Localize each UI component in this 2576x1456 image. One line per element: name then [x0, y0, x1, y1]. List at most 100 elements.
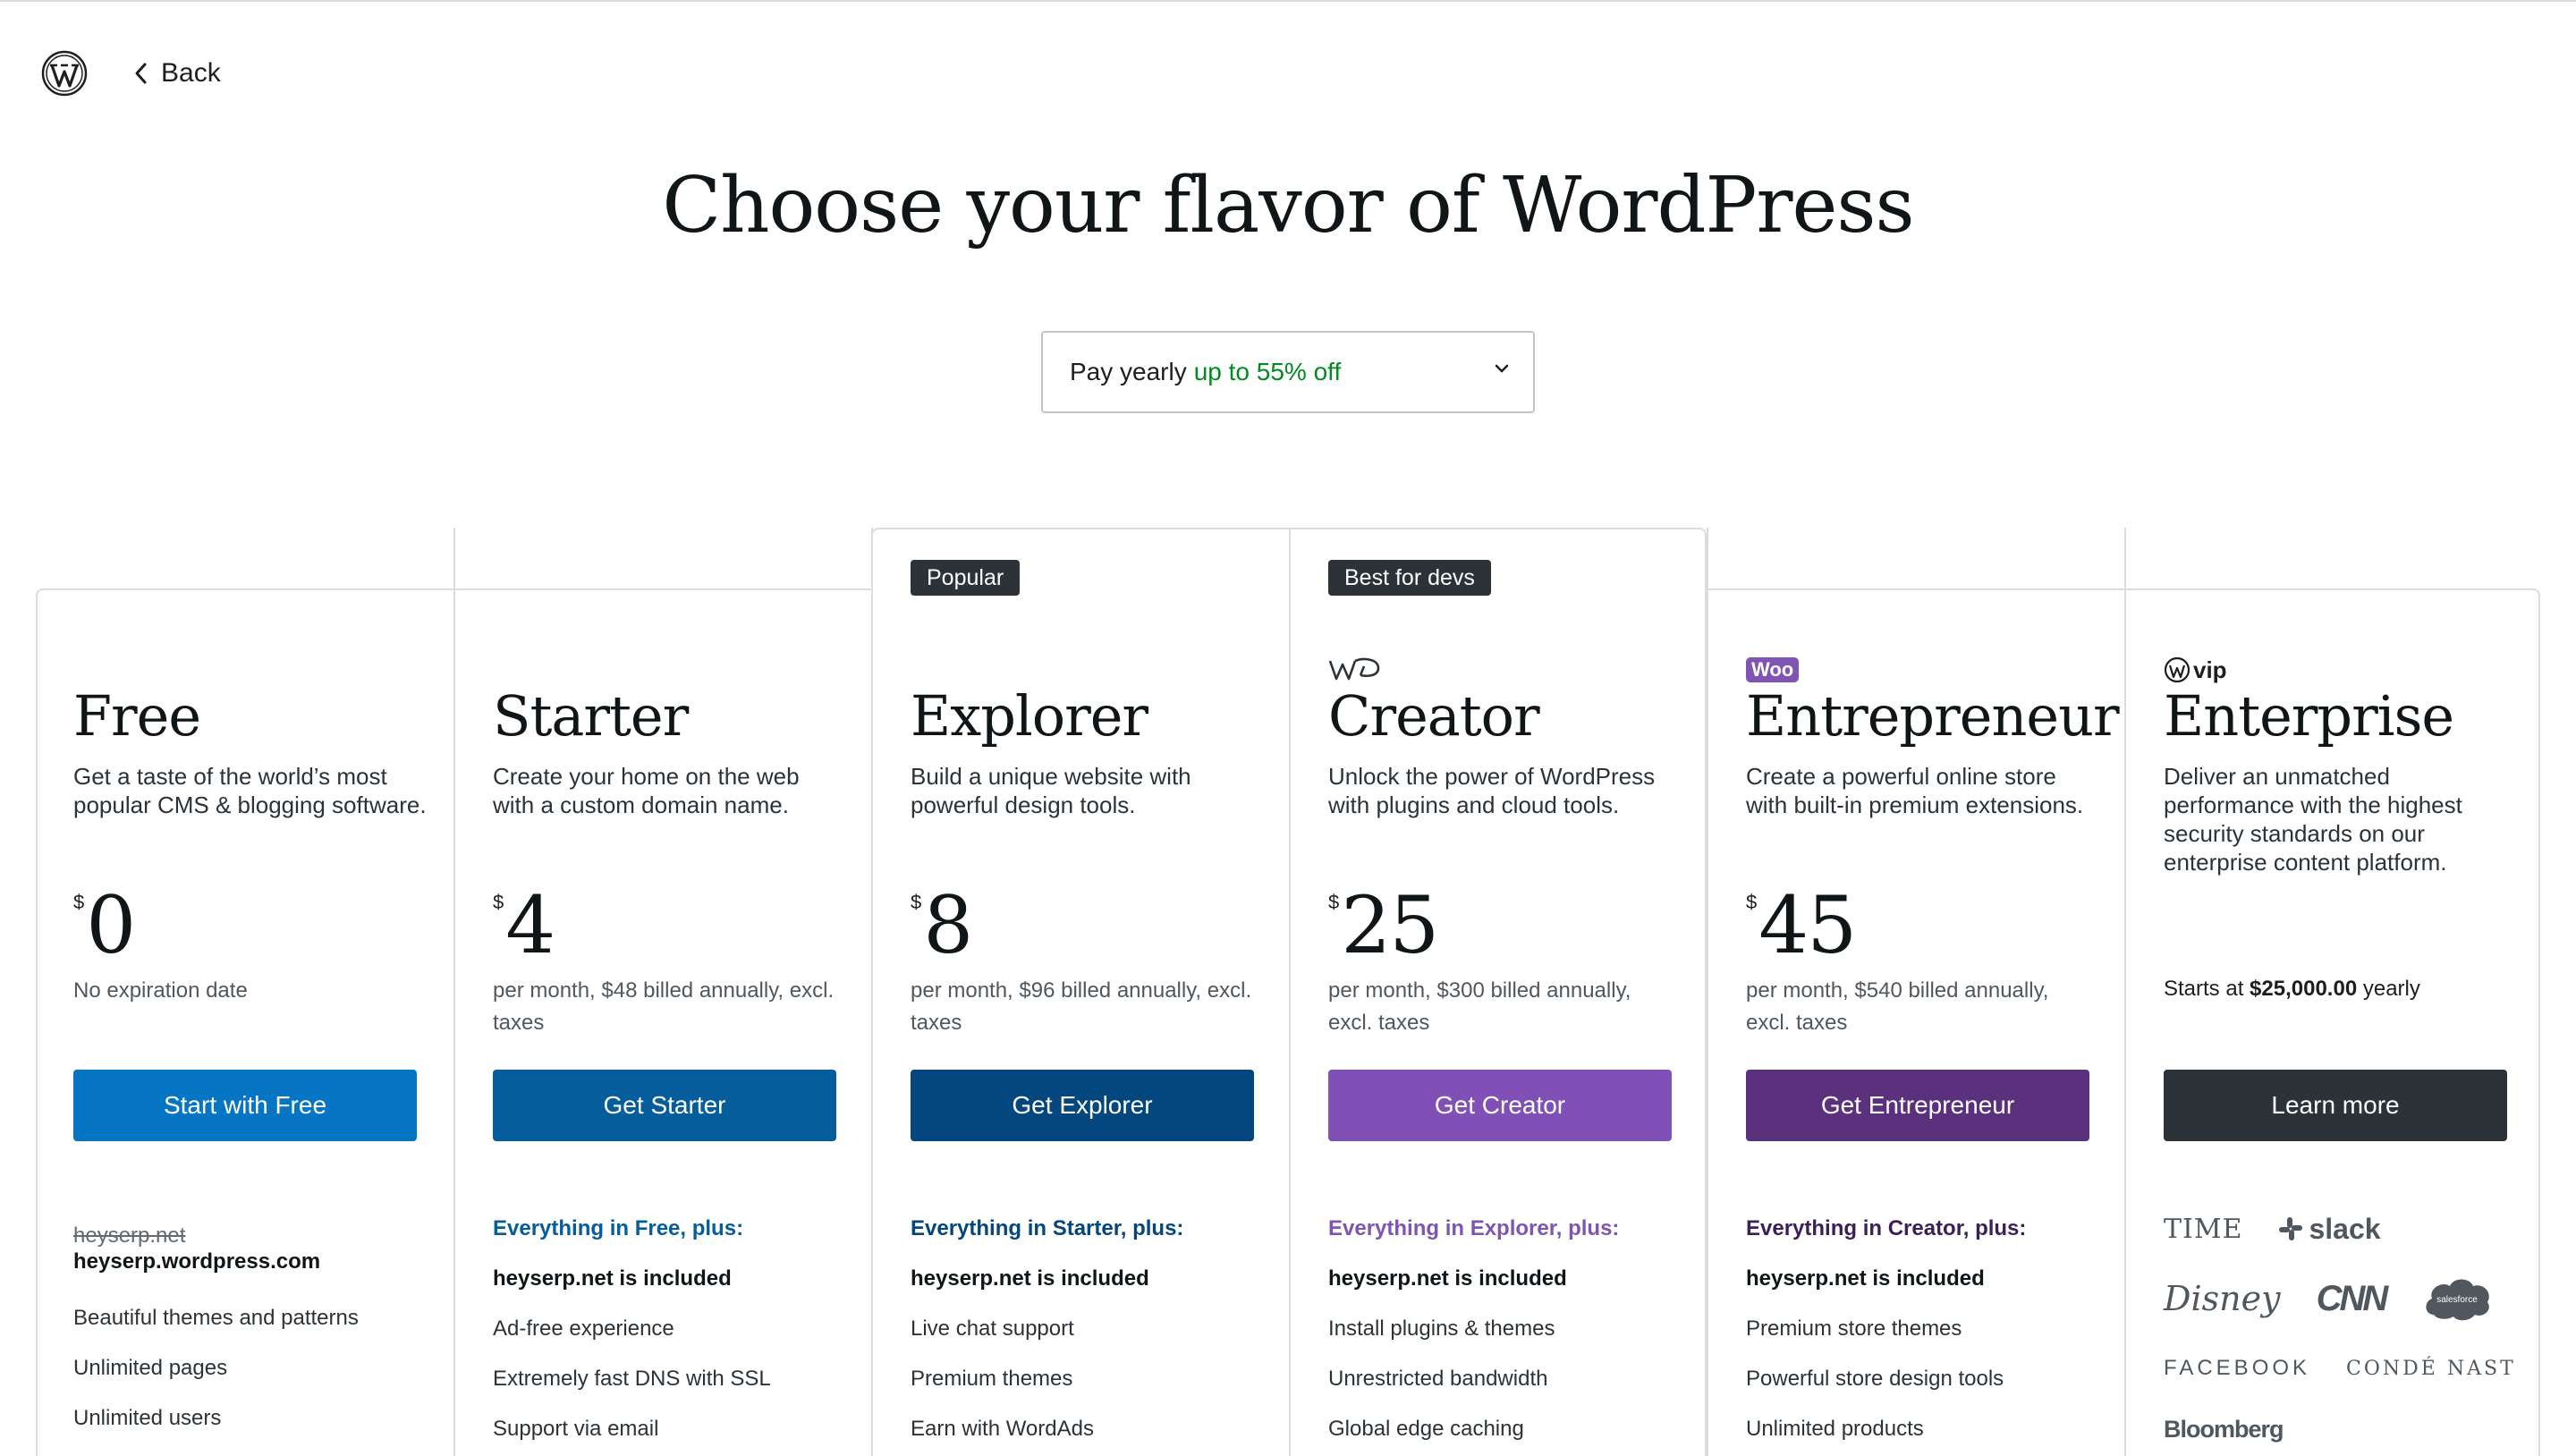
client-logos: TIME slack Disney CNN salesforce FACEBOO…	[2164, 1204, 2521, 1456]
currency-symbol: $	[493, 891, 504, 913]
chevron-down-icon	[1495, 364, 1509, 373]
feature-item: Earn with WordAds	[911, 1417, 1094, 1441]
feature-item: Premium themes	[911, 1367, 1073, 1391]
price-amount: 45	[1758, 879, 1857, 971]
feature-list: Everything in Starter, plus: heyserp.net…	[911, 1204, 1263, 1454]
get-entrepreneur-button[interactable]: Get Entrepreneur	[1746, 1070, 2089, 1141]
plan-name: Explorer	[911, 683, 1148, 749]
feature-item: heyserp.net is included	[1746, 1266, 1985, 1291]
plan-name: Enterprise	[2164, 683, 2454, 749]
feature-item: heyserp.net is included	[493, 1266, 732, 1291]
price-amount: 0	[86, 879, 136, 971]
plan-price: $ 45	[1746, 879, 1857, 971]
best-for-devs-badge: Best for devs	[1328, 560, 1491, 596]
plan-card-enterprise: vip Enterprise Deliver an unmatched perf…	[2124, 528, 2541, 1456]
price-note: No expiration date	[73, 978, 248, 1003]
starts-at-suffix: yearly	[2362, 977, 2420, 1001]
wordpress-logo-icon[interactable]	[41, 50, 88, 97]
plan-name: Free	[73, 683, 201, 749]
plan-description: Create a powerful online store with buil…	[1746, 763, 2084, 818]
feature-item: Global edge caching	[1328, 1417, 1524, 1441]
feature-list: Everything in Free, plus: heyserp.net is…	[493, 1204, 845, 1454]
back-button[interactable]: Back	[134, 54, 221, 93]
wordpress-mini-icon	[2164, 656, 2190, 683]
price-note: per month, $96 billed annually, excl. ta…	[911, 978, 1252, 1035]
chevron-left-icon	[135, 63, 147, 84]
cnn-logo: CNN	[2316, 1278, 2389, 1318]
plan-description: Deliver an unmatched performance with th…	[2164, 763, 2462, 876]
price-note: per month, $540 billed annually, excl. t…	[1746, 978, 2049, 1035]
plan-card-entrepreneur: Woo Entrepreneur Create a powerful onlin…	[1707, 528, 2123, 1456]
feature-item: Beautiful themes and patterns	[73, 1306, 359, 1330]
feature-item: Premium store themes	[1746, 1316, 1962, 1341]
billing-period-select[interactable]: Pay yearly up to 55% off	[1041, 331, 1535, 413]
feature-list: Beautiful themes and patterns Unlimited …	[73, 1293, 428, 1443]
plan-card-explorer: Popular Explorer Build a unique website …	[871, 528, 1288, 1456]
plan-description: Get a taste of the world’s most popular …	[73, 763, 427, 818]
price-note: per month, $300 billed annually, excl. t…	[1328, 978, 1631, 1035]
feature-item: Powerful store design tools	[1746, 1367, 2004, 1391]
price-note: per month, $48 billed annually, excl. ta…	[493, 978, 835, 1035]
domain-included: heyserp.wordpress.com	[73, 1249, 321, 1274]
get-starter-button[interactable]: Get Starter	[493, 1070, 836, 1141]
start-with-free-button[interactable]: Start with Free	[73, 1070, 417, 1141]
feature-item: Live chat support	[911, 1316, 1074, 1341]
plan-card-starter: Starter Create your home on the web with…	[453, 528, 870, 1456]
starts-at-amount: $25,000.00	[2250, 977, 2358, 1001]
billing-discount-label: up to 55% off	[1193, 358, 1342, 385]
slack-icon	[2279, 1217, 2303, 1240]
woo-logo-text: Woo	[1746, 657, 1800, 682]
plan-card-creator: Best for devs Creator Unlock the power o…	[1289, 528, 1706, 1456]
slack-logo-text: slack	[2309, 1212, 2381, 1245]
salesforce-logo-text: salesforce	[2436, 1295, 2478, 1305]
plan-description: Create your home on the web with a custo…	[493, 763, 800, 818]
currency-symbol: $	[73, 891, 85, 913]
price-amount: 4	[505, 879, 555, 971]
feature-item: heyserp.net is included	[911, 1266, 1149, 1291]
features-header: Everything in Starter, plus:	[911, 1216, 1184, 1240]
feature-list: Everything in Explorer, plus: heyserp.ne…	[1328, 1204, 1681, 1454]
features-header: Everything in Free, plus:	[493, 1216, 744, 1240]
plans-grid: Free Get a taste of the world’s most pop…	[36, 528, 2540, 1456]
back-label: Back	[161, 58, 221, 88]
woo-logo: Woo	[1746, 655, 1800, 685]
wp-cloud-icon	[1328, 655, 1382, 685]
feature-item: Install plugins & themes	[1328, 1316, 1555, 1341]
plan-price: $ 8	[911, 879, 973, 971]
plan-card-free: Free Get a taste of the world’s most pop…	[36, 528, 453, 1456]
plan-description: Build a unique website with powerful des…	[911, 763, 1191, 818]
get-explorer-button[interactable]: Get Explorer	[911, 1070, 1254, 1141]
feature-item: Support via email	[493, 1417, 659, 1441]
vip-logo-text: vip	[2193, 656, 2227, 683]
plan-name: Starter	[493, 683, 689, 749]
learn-more-button[interactable]: Learn more	[2164, 1070, 2507, 1141]
domain-struck: heyserp.net	[73, 1223, 186, 1248]
feature-item: heyserp.net is included	[1328, 1266, 1567, 1291]
conde-nast-logo: CONDÉ NAST	[2346, 1357, 2516, 1380]
features-header: Everything in Explorer, plus:	[1328, 1216, 1620, 1240]
get-creator-button[interactable]: Get Creator	[1328, 1070, 1672, 1141]
feature-item: Ad-free experience	[493, 1316, 674, 1341]
domain-info: heyserp.net heyserp.wordpress.com	[73, 1223, 320, 1275]
disney-logo: Disney	[2164, 1279, 2281, 1318]
currency-symbol: $	[911, 891, 922, 913]
salesforce-logo: salesforce	[2426, 1279, 2490, 1321]
top-border	[0, 0, 2576, 2]
feature-item: Unlimited products	[1746, 1417, 1924, 1441]
features-header: Everything in Creator, plus:	[1746, 1216, 2027, 1240]
feature-item: Unlimited pages	[73, 1356, 228, 1380]
plan-name: Entrepreneur	[1746, 683, 2120, 749]
plan-name: Creator	[1328, 683, 1540, 749]
plan-description: Unlock the power of WordPress with plugi…	[1328, 763, 1656, 818]
slack-logo: slack	[2278, 1212, 2381, 1246]
feature-item: Extremely fast DNS with SSL	[493, 1367, 771, 1391]
price-amount: 8	[923, 879, 973, 971]
plan-price: $ 4	[493, 879, 555, 971]
starts-at-prefix: Starts at	[2164, 977, 2244, 1001]
price-amount: 25	[1341, 879, 1439, 971]
currency-symbol: $	[1746, 891, 1758, 913]
facebook-logo: FACEBOOK	[2164, 1356, 2311, 1380]
plan-price: $ 0	[73, 879, 136, 971]
currency-symbol: $	[1328, 891, 1340, 913]
feature-list: Everything in Creator, plus: heyserp.net…	[1746, 1204, 2098, 1454]
